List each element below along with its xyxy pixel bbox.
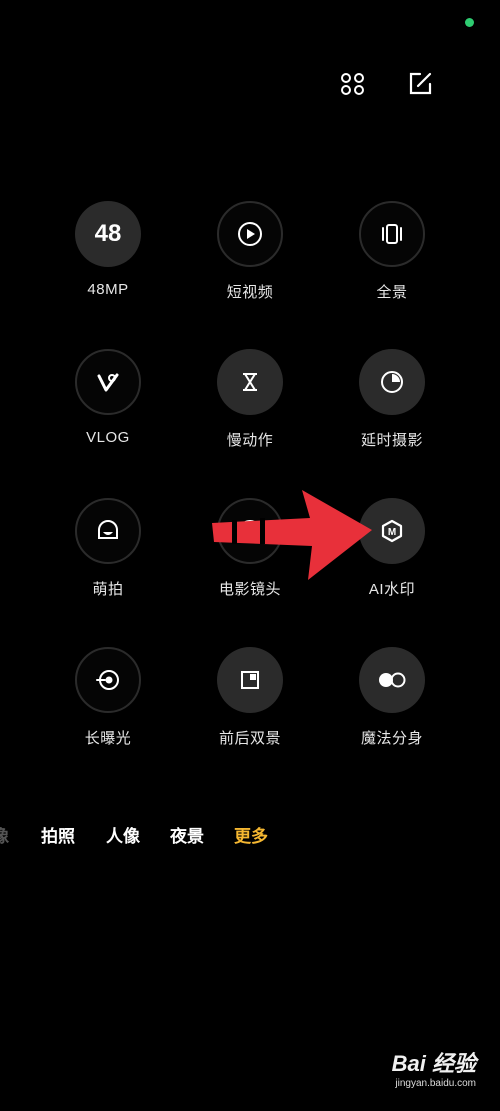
mode-label: VLOG <box>86 429 130 446</box>
mode-label: 全景 <box>376 284 408 301</box>
panorama-icon <box>359 201 425 267</box>
tab-photo[interactable]: 拍照 <box>41 822 75 847</box>
dual-view-icon <box>217 647 283 713</box>
mode-clone[interactable]: 魔法分身 <box>322 647 462 748</box>
tab-portrait[interactable]: 人像 <box>106 822 140 847</box>
tab-night[interactable]: 夜景 <box>170 822 204 847</box>
vlog-icon <box>75 349 141 415</box>
mode-vlog[interactable]: VLOG <box>38 349 178 446</box>
mode-timelapse[interactable]: 延时摄影 <box>322 349 462 450</box>
long-exposure-icon <box>75 647 141 713</box>
hourglass-icon <box>217 349 283 415</box>
grid-2x3-icon[interactable] <box>339 70 367 98</box>
mode-label: 48MP <box>87 281 129 298</box>
mode-label: 延时摄影 <box>360 432 423 449</box>
red-arrow-annotation <box>212 490 372 580</box>
mode-label: 魔法分身 <box>360 730 423 747</box>
mode-panorama[interactable]: 全景 <box>322 201 462 302</box>
clone-icon <box>359 647 425 713</box>
watermark-logo: Bai 经验 <box>391 1051 476 1076</box>
mode-label: 长曝光 <box>84 730 132 747</box>
tab-portrait-partial[interactable]: 像 <box>0 822 9 847</box>
mode-dual-view[interactable]: 前后双景 <box>180 647 320 748</box>
play-icon <box>217 201 283 267</box>
cute-face-icon <box>75 498 141 564</box>
mode-short-video[interactable]: 短视频 <box>180 201 320 302</box>
svg-text:M: M <box>388 527 396 538</box>
mode-cute[interactable]: 萌拍 <box>38 498 178 599</box>
mode-label: 慢动作 <box>226 432 274 449</box>
mode-slow-motion[interactable]: 慢动作 <box>180 349 320 450</box>
edit-icon[interactable] <box>406 70 434 98</box>
status-indicator <box>465 18 474 27</box>
baidu-watermark: Bai 经验 jingyan.baidu.com <box>392 1046 476 1089</box>
mode-label: 前后双景 <box>218 730 281 747</box>
mode-48mp[interactable]: 48 48MP <box>38 201 178 298</box>
mode-tab-bar: 像 拍照 人像 夜景 更多 <box>0 822 500 846</box>
48mp-icon: 48 <box>75 201 141 267</box>
watermark-url: jingyan.baidu.com <box>395 1078 476 1089</box>
tab-more[interactable]: 更多 <box>234 822 268 847</box>
timelapse-icon <box>359 349 425 415</box>
mode-long-exposure[interactable]: 长曝光 <box>38 647 178 748</box>
mode-label: 短视频 <box>226 284 274 301</box>
mode-label: 萌拍 <box>92 581 124 598</box>
